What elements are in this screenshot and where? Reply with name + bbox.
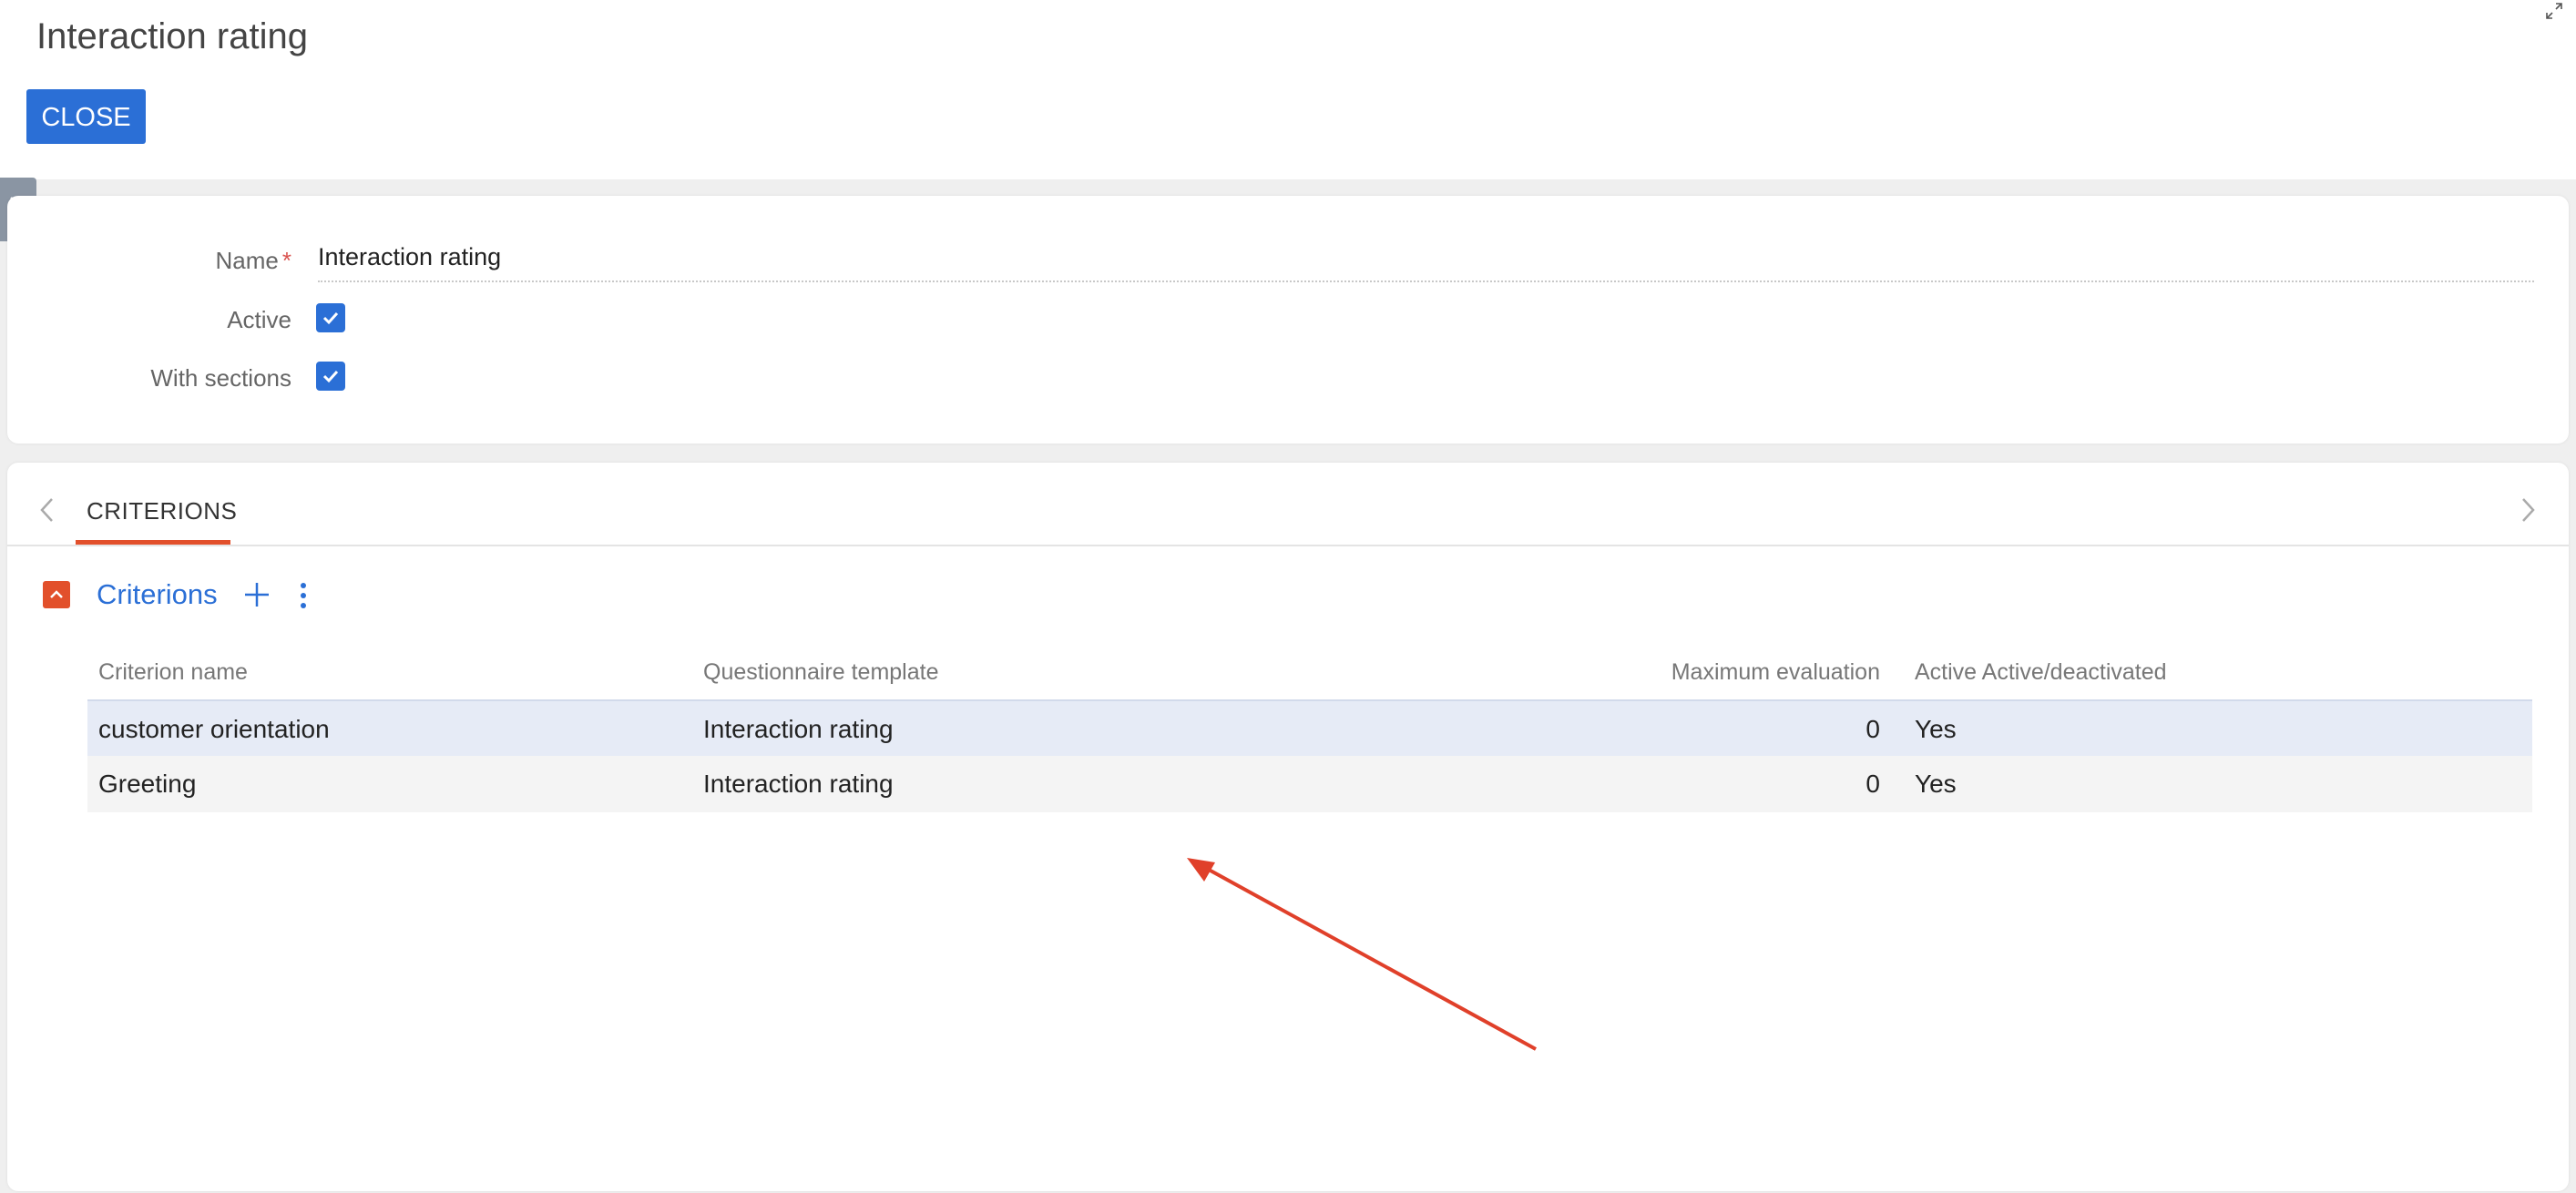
plus-icon[interactable] <box>241 579 272 610</box>
collapse-section-button[interactable] <box>43 581 70 608</box>
name-field[interactable]: Interaction rating <box>318 243 501 271</box>
criterions-card: CRITERIONS Criterions Criterion name Que… <box>7 463 2569 1191</box>
chevron-left-icon[interactable] <box>38 497 56 523</box>
cell-criterion-name: Greeting <box>98 770 197 798</box>
more-vertical-icon[interactable] <box>297 581 310 610</box>
checkmark-icon <box>322 370 339 383</box>
collapse-chevron-up-icon <box>50 590 63 598</box>
column-header-maximum-evaluation[interactable]: Maximum evaluation <box>1379 659 1880 686</box>
chevron-right-icon[interactable] <box>2519 497 2537 523</box>
tabs-bar: CRITERIONS <box>7 463 2569 546</box>
active-label: Active <box>227 306 291 333</box>
table-row[interactable]: Greeting Interaction rating 0 Yes <box>87 756 2532 812</box>
tab-criterions[interactable]: CRITERIONS <box>87 497 237 525</box>
details-card: Name * Interaction rating Active With sec… <box>7 196 2569 444</box>
column-header-criterion-name[interactable]: Criterion name <box>98 659 248 686</box>
page-header: Interaction rating CLOSE <box>0 0 2576 179</box>
cell-active: Yes <box>1915 715 1957 743</box>
cell-maximum-evaluation: 0 <box>1866 770 1880 798</box>
name-label: Name * <box>18 247 291 275</box>
cell-questionnaire-template: Interaction rating <box>703 770 894 798</box>
checkmark-icon <box>322 311 339 325</box>
column-header-active[interactable]: Active Active/deactivated <box>1915 659 2167 686</box>
cell-active: Yes <box>1915 770 1957 798</box>
active-tab-indicator <box>76 540 230 545</box>
name-label-text: Name <box>215 247 279 274</box>
required-mark: * <box>281 247 291 274</box>
close-button[interactable]: CLOSE <box>26 89 146 144</box>
with-sections-label: With sections <box>150 364 291 392</box>
active-checkbox[interactable] <box>316 303 345 332</box>
column-header-questionnaire-template[interactable]: Questionnaire template <box>703 659 938 686</box>
page-title: Interaction rating <box>36 16 308 56</box>
cell-questionnaire-template: Interaction rating <box>703 715 894 743</box>
name-field-underline <box>318 280 2534 282</box>
cell-maximum-evaluation: 0 <box>1866 715 1880 743</box>
with-sections-checkbox[interactable] <box>316 362 345 391</box>
cell-criterion-name: customer orientation <box>98 715 330 743</box>
section-title[interactable]: Criterions <box>97 578 218 611</box>
table-row[interactable]: customer orientation Interaction rating … <box>87 699 2532 758</box>
expand-icon[interactable] <box>2545 2 2563 20</box>
